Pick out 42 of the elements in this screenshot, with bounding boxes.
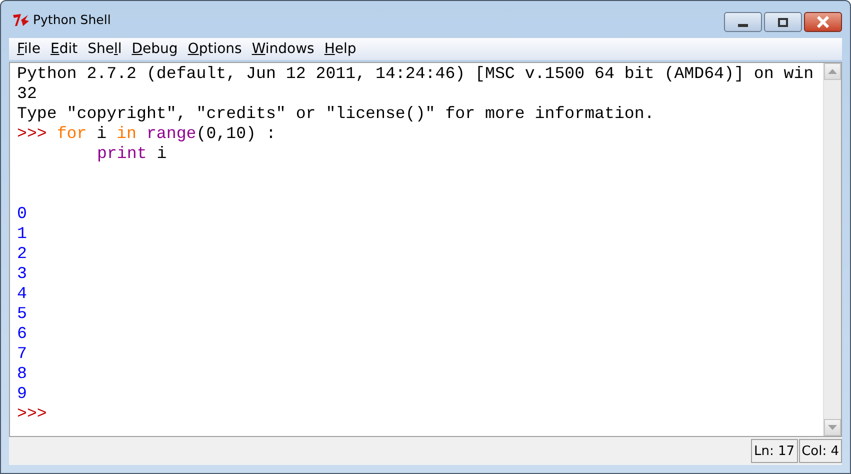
shell-text: (0,10) : (196, 124, 276, 143)
column-number-status: Col: 4 (798, 439, 842, 463)
menu-item[interactable]: Options (182, 41, 247, 57)
maximize-button[interactable] (764, 12, 802, 32)
close-icon (816, 16, 830, 28)
feather-icon (12, 12, 30, 28)
shell-prompt: >>> (17, 404, 47, 423)
shell-text: i (96, 124, 108, 143)
menu-item[interactable]: Edit (45, 41, 83, 57)
scroll-up-button[interactable] (824, 63, 841, 80)
window-title: Python Shell (33, 12, 111, 27)
close-button[interactable] (804, 12, 842, 32)
shell-prompt: >>> (17, 124, 48, 143)
scrollbar[interactable] (823, 63, 841, 436)
output-text: 0 (17, 204, 27, 223)
shell-text: Type "copyright", "credits" or "license()" for more information. (17, 104, 654, 123)
output-text: 9 (17, 384, 27, 403)
menu-item[interactable]: Help (319, 41, 362, 57)
code-token: for (56, 124, 87, 143)
output-text: 2 (17, 244, 27, 263)
code-token: print (97, 144, 147, 163)
up-arrow-icon (828, 69, 837, 74)
menu-item[interactable]: Shell (82, 41, 127, 57)
output-text: 3 (17, 264, 27, 283)
minimize-button[interactable] (724, 12, 762, 32)
output-text: 7 (17, 344, 27, 363)
output-text: 8 (17, 364, 27, 383)
down-arrow-icon (828, 425, 837, 430)
menu-item[interactable]: File (12, 41, 46, 57)
output-text: 1 (17, 224, 27, 243)
menu-item[interactable]: Debug (126, 41, 183, 57)
output-text: 4 (17, 284, 27, 303)
shell-text: Python 2.7.2 (default, Jun 12 2011, 14:24:46) [MSC v.1500 64 bit (AMD64)] on win (17, 64, 814, 83)
code-token: range (146, 124, 196, 143)
line-number-status: Ln: 17 (751, 439, 798, 463)
output-text: 5 (17, 304, 27, 323)
code-token: in (116, 124, 138, 143)
shell-text: 32 (17, 84, 37, 103)
menu-item[interactable]: Windows (246, 41, 320, 57)
scroll-down-button[interactable] (824, 419, 841, 436)
shell-text: i (156, 144, 167, 163)
output-text: 6 (17, 324, 27, 343)
